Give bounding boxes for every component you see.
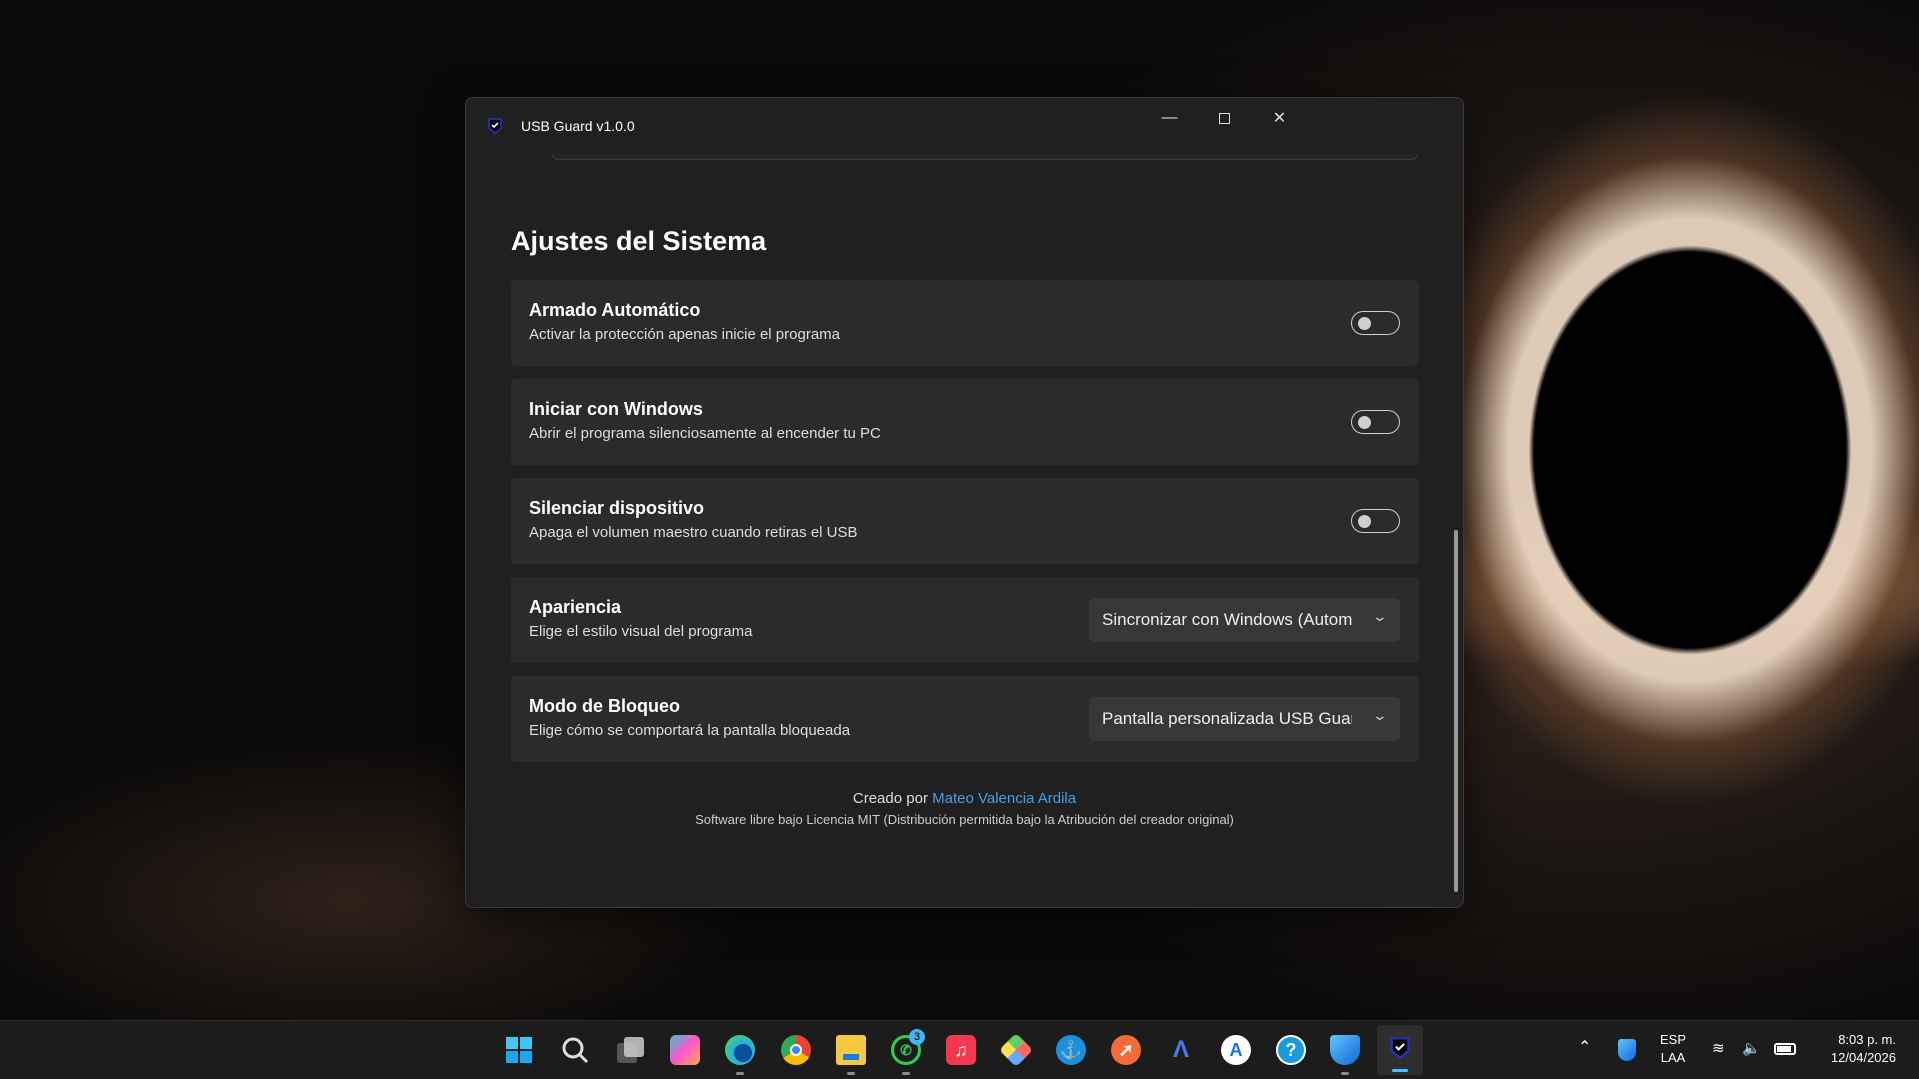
- android-studio-icon[interactable]: A: [1221, 1035, 1251, 1065]
- git-tool-icon[interactable]: [999, 1033, 1033, 1067]
- mute-device-toggle[interactable]: [1351, 509, 1400, 533]
- scrolled-card-edge: [552, 154, 1418, 160]
- language-indicator[interactable]: ESP LAA: [1660, 1031, 1686, 1067]
- page-title: Ajustes del Sistema: [511, 226, 767, 256]
- setting-subtitle: Abrir el programa silenciosamente al enc…: [529, 425, 881, 442]
- usb-guard-taskbar-button[interactable]: [1377, 1025, 1423, 1075]
- title-bar[interactable]: USB Guard v1.0.0 — ✕: [466, 98, 1463, 154]
- running-indicator: [902, 1072, 910, 1075]
- dropdown-value: Pantalla personalizada USB Guard: [1102, 709, 1352, 728]
- time: 8:03 p. m.: [1838, 1032, 1896, 1047]
- defender-shield-icon[interactable]: [1330, 1035, 1360, 1065]
- running-indicator: [1341, 1072, 1349, 1075]
- lock-mode-dropdown[interactable]: Pantalla personalizada USB Guard ⌄: [1089, 697, 1400, 741]
- copilot-icon[interactable]: [670, 1035, 700, 1065]
- battery-icon[interactable]: [1774, 1043, 1796, 1055]
- wifi-icon[interactable]: ≋: [1712, 1040, 1725, 1058]
- keyboard-layout: LAA: [1660, 1050, 1686, 1065]
- credits-label: Creado por: [852, 790, 928, 807]
- setting-title: Silenciar dispositivo: [529, 498, 705, 518]
- running-indicator: [736, 1072, 744, 1075]
- clock[interactable]: 8:03 p. m. 12/04/2026: [1812, 1031, 1896, 1067]
- chevron-down-icon: ⌄: [1371, 608, 1389, 624]
- chevron-down-icon: ⌄: [1371, 707, 1389, 723]
- setting-subtitle: Activar la protección apenas inicie el p…: [529, 326, 840, 343]
- setting-lock-mode: Modo de Bloqueo Elige cómo se comportará…: [511, 676, 1419, 762]
- setting-subtitle: Elige cómo se comportará la pantalla blo…: [529, 722, 851, 739]
- setting-auto-arm: Armado Automático Activar la protección …: [511, 280, 1419, 366]
- maximize-button[interactable]: [1197, 98, 1252, 138]
- docker-icon[interactable]: ⚓: [1056, 1035, 1086, 1065]
- file-explorer-icon[interactable]: [836, 1035, 866, 1065]
- start-button[interactable]: [504, 1035, 534, 1065]
- setting-title: Armado Automático: [529, 300, 701, 320]
- running-indicator: [847, 1072, 855, 1075]
- author-link[interactable]: Mateo Valencia Ardila: [932, 790, 1076, 807]
- volume-icon[interactable]: 🔈: [1742, 1040, 1761, 1058]
- start-with-windows-toggle[interactable]: [1351, 410, 1400, 434]
- app-window: USB Guard v1.0.0 — ✕ Ajustes del Sistema…: [465, 97, 1464, 908]
- help-icon[interactable]: ?: [1276, 1035, 1306, 1065]
- active-indicator: [1392, 1069, 1408, 1072]
- show-hidden-icons-chevron-icon[interactable]: ⌃: [1578, 1039, 1591, 1057]
- shield-check-icon: [1390, 1037, 1410, 1059]
- setting-appearance: Apariencia Elige el estilo visual del pr…: [511, 577, 1419, 663]
- notification-badge: 3: [909, 1029, 925, 1045]
- license-text: Software libre bajo Licencia MIT (Distri…: [695, 812, 1234, 827]
- language-code: ESP: [1660, 1032, 1687, 1047]
- dropdown-value: Sincronizar con Windows (Automático): [1102, 610, 1352, 629]
- postman-icon[interactable]: ➚: [1111, 1035, 1141, 1065]
- setting-title: Iniciar con Windows: [529, 399, 703, 419]
- setting-subtitle: Elige el estilo visual del programa: [529, 623, 753, 640]
- setting-title: Modo de Bloqueo: [529, 696, 680, 716]
- arduino-ide-icon[interactable]: Λ: [1166, 1035, 1196, 1065]
- setting-title: Apariencia: [529, 597, 622, 617]
- scrollbar[interactable]: [1454, 530, 1458, 892]
- edge-icon[interactable]: [725, 1035, 755, 1065]
- appearance-dropdown[interactable]: Sincronizar con Windows (Automático) ⌄: [1089, 598, 1400, 642]
- setting-start-with-windows: Iniciar con Windows Abrir el programa si…: [511, 379, 1419, 465]
- setting-mute-device: Silenciar dispositivo Apaga el volumen m…: [511, 478, 1419, 564]
- window-title: USB Guard v1.0.0: [521, 118, 635, 134]
- setting-subtitle: Apaga el volumen maestro cuando retiras …: [529, 524, 858, 541]
- taskbar: ✆ 3 ♫ ⚓ ➚ Λ A ? ⌃ ESP LAA ≋ 🔈 8:03 p. m. 1…: [0, 1020, 1919, 1079]
- apple-music-icon[interactable]: ♫: [946, 1035, 976, 1065]
- credits: Creado por Mateo Valencia Ardila: [466, 790, 1463, 807]
- task-view-icon[interactable]: [615, 1035, 645, 1065]
- security-tray-icon[interactable]: [1618, 1039, 1636, 1061]
- auto-arm-toggle[interactable]: [1351, 311, 1400, 335]
- close-button[interactable]: ✕: [1252, 98, 1307, 138]
- date: 12/04/2026: [1830, 1050, 1896, 1065]
- minimize-button[interactable]: —: [1142, 98, 1197, 138]
- search-icon[interactable]: [560, 1035, 590, 1065]
- chrome-icon[interactable]: [781, 1035, 811, 1065]
- shield-check-icon: [488, 118, 502, 134]
